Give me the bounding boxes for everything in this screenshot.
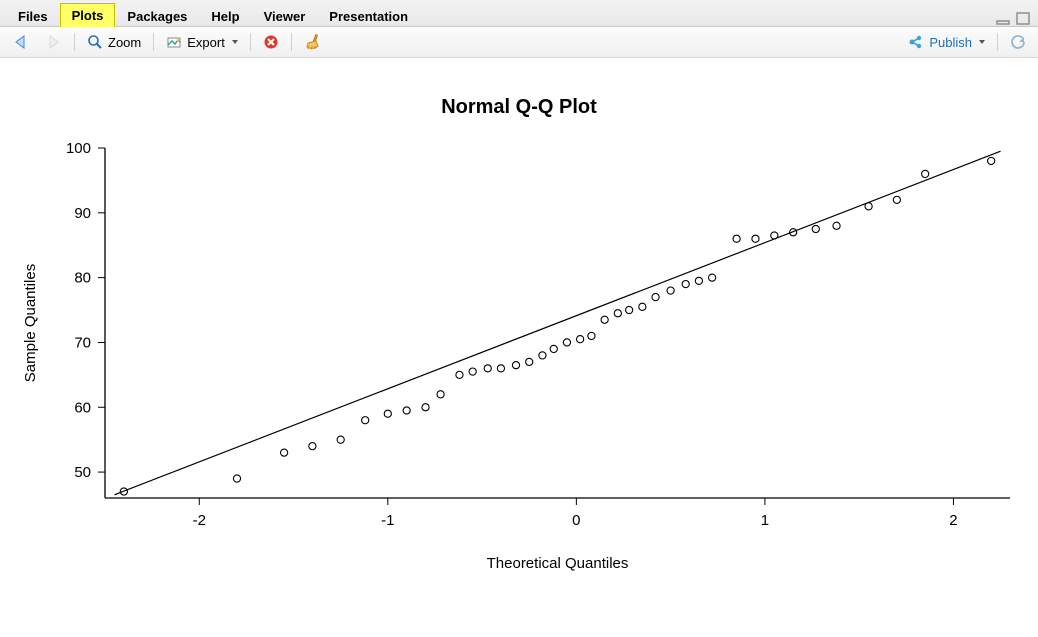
zoom-label: Zoom [108, 35, 141, 50]
svg-text:80: 80 [74, 270, 91, 287]
svg-text:-2: -2 [193, 512, 206, 529]
magnifier-icon [87, 34, 103, 50]
zoom-button[interactable]: Zoom [83, 32, 145, 52]
pane-tab-bar: Files Plots Packages Help Viewer Present… [0, 0, 1038, 27]
tab-viewer[interactable]: Viewer [252, 4, 318, 27]
remove-icon [263, 34, 279, 50]
svg-text:Sample Quantiles: Sample Quantiles [22, 264, 39, 382]
export-icon [166, 34, 182, 50]
nav-forward-button[interactable] [40, 32, 66, 52]
refresh-icon [1010, 34, 1026, 50]
export-button[interactable]: Export [162, 32, 242, 52]
publish-label: Publish [929, 35, 972, 50]
tab-help[interactable]: Help [199, 4, 251, 27]
tab-plots[interactable]: Plots [60, 3, 116, 27]
svg-text:-1: -1 [381, 512, 394, 529]
plot-area: Normal Q-Q Plot -2 -1 0 1 2 50 60 70 80 90 100 Theor… [0, 58, 1038, 635]
publish-button[interactable]: Publish [904, 32, 989, 52]
qq-plot: Normal Q-Q Plot -2 -1 0 1 2 50 60 70 80 90 100 Theor… [0, 58, 1038, 637]
plots-toolbar: Zoom Export [0, 27, 1038, 58]
tab-packages[interactable]: Packages [115, 4, 199, 27]
svg-text:0: 0 [572, 512, 580, 529]
svg-text:70: 70 [74, 334, 91, 351]
broom-icon [304, 33, 322, 51]
svg-text:2: 2 [949, 512, 957, 529]
svg-text:60: 60 [74, 399, 91, 416]
svg-text:Theoretical Quantiles: Theoretical Quantiles [487, 555, 629, 572]
chevron-down-icon [979, 40, 985, 44]
tab-files[interactable]: Files [6, 4, 60, 27]
refresh-button[interactable] [1006, 32, 1030, 52]
nav-back-button[interactable] [8, 32, 34, 52]
svg-text:50: 50 [74, 464, 91, 481]
clear-all-button[interactable] [300, 31, 326, 53]
publish-icon [908, 34, 924, 50]
svg-text:1: 1 [761, 512, 769, 529]
svg-text:Normal Q-Q Plot: Normal Q-Q Plot [441, 96, 597, 118]
tab-presentation[interactable]: Presentation [317, 4, 420, 27]
export-label: Export [187, 35, 225, 50]
chevron-down-icon [232, 40, 238, 44]
minimize-pane-icon[interactable] [996, 12, 1012, 26]
svg-text:100: 100 [66, 140, 91, 157]
svg-text:90: 90 [74, 205, 91, 222]
remove-plot-button[interactable] [259, 32, 283, 52]
maximize-pane-icon[interactable] [1016, 12, 1032, 26]
